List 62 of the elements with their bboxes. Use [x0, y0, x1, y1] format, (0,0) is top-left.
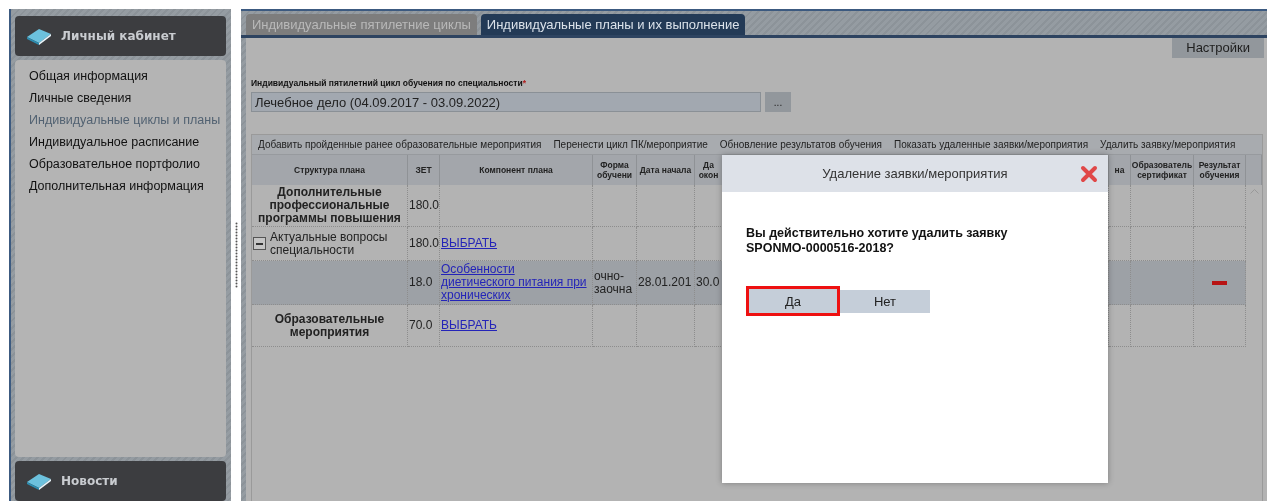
sidebar-item[interactable]: Общая информация	[29, 65, 148, 87]
table-cell	[1194, 185, 1246, 227]
close-icon[interactable]	[1080, 165, 1098, 183]
toolbar-button[interactable]: Показать удаленные заявки/мероприятия	[894, 139, 1089, 150]
table-cell	[1109, 185, 1131, 227]
toolbar-button[interactable]: Удалить заявку/мероприятия	[1100, 139, 1236, 150]
sidebar-item[interactable]: Индивидуальное расписание	[29, 131, 200, 153]
column-header: на	[1109, 155, 1131, 185]
table-cell	[1109, 227, 1131, 261]
minus-icon	[256, 242, 263, 245]
column-header: Форма обучени	[593, 155, 637, 185]
toolbar-button[interactable]: Обновление результатов обучения	[719, 139, 882, 150]
column-header: Результат обучения	[1194, 155, 1246, 185]
table-cell	[1109, 305, 1131, 347]
table-cell	[593, 185, 637, 227]
table-cell	[1131, 185, 1194, 227]
table-cell: 18.0	[408, 261, 440, 305]
column-header: Дата начала	[637, 155, 695, 185]
section-header[interactable]: Личный кабинет	[15, 16, 226, 56]
component-link[interactable]: Особенности диетического питания при хронических	[441, 263, 591, 302]
minus-icon[interactable]	[1212, 280, 1227, 285]
column-header: Структура плана	[252, 155, 408, 185]
tab[interactable]: Индивидуальные планы и их выполнение	[480, 14, 746, 35]
dialog-title: Удаление заявки/мероприятия	[822, 166, 1008, 181]
cell-text: Актуальные вопросы специальности	[270, 230, 389, 257]
table-cell	[637, 185, 695, 227]
sidebar-item[interactable]: Дополнительная информация	[29, 175, 204, 197]
table-cell	[637, 227, 695, 261]
table-cell: 180.0	[408, 227, 440, 261]
column-header: Компонент плана	[440, 155, 593, 185]
toolbar-button[interactable]: Перенести цикл ПК/мероприятие	[553, 139, 708, 150]
dialog-button[interactable]: Нет	[840, 289, 930, 313]
table-cell	[637, 305, 695, 347]
browse-button[interactable]: ...	[765, 92, 791, 112]
settings-button[interactable]: Настройки	[1172, 38, 1264, 58]
column-header: Образователь сертификат	[1131, 155, 1194, 185]
table-cell: очно-заочна	[593, 261, 637, 305]
splitter-handle-icon[interactable]	[234, 222, 238, 288]
table-cell: 30.0	[695, 261, 723, 305]
book-icon	[25, 471, 53, 491]
table-cell: 28.01.201	[637, 261, 695, 305]
table-cell: Дополнительные профессиональные программы повышения	[252, 185, 408, 227]
collapse-toggle[interactable]	[253, 237, 266, 250]
field-label: Индивидуальный пятилетний цикл обучения по специальности*	[251, 78, 527, 88]
component-link[interactable]: ВЫБРАТЬ	[441, 319, 497, 332]
book-icon	[25, 26, 53, 46]
section-header[interactable]: Новости	[15, 461, 226, 501]
component-link[interactable]: ВЫБРАТЬ	[441, 237, 497, 250]
sidebar-item[interactable]: Образовательное портфолио	[29, 153, 200, 175]
table-cell: 180.0	[408, 185, 440, 227]
toolbar-button[interactable]: Добавить пройденные ранее образовательные мероприятия	[258, 139, 542, 150]
table-cell	[1109, 261, 1131, 305]
cycle-field[interactable]: Лечебное дело (04.09.2017 - 03.09.2022)	[251, 92, 761, 112]
table-cell: 70.0	[408, 305, 440, 347]
table-cell: Образовательные мероприятия	[252, 305, 408, 347]
table-cell	[1131, 305, 1194, 347]
dialog-message: Вы действительно хотите удалить заявку SPONMO-0000516-2018?	[746, 226, 1009, 256]
sidebar-item[interactable]: Личные сведения	[29, 87, 132, 109]
column-header: Да окон	[695, 155, 723, 185]
table-cell	[1131, 227, 1194, 261]
column-header: ЗЕТ	[408, 155, 440, 185]
dialog-button[interactable]: Да	[746, 286, 840, 316]
